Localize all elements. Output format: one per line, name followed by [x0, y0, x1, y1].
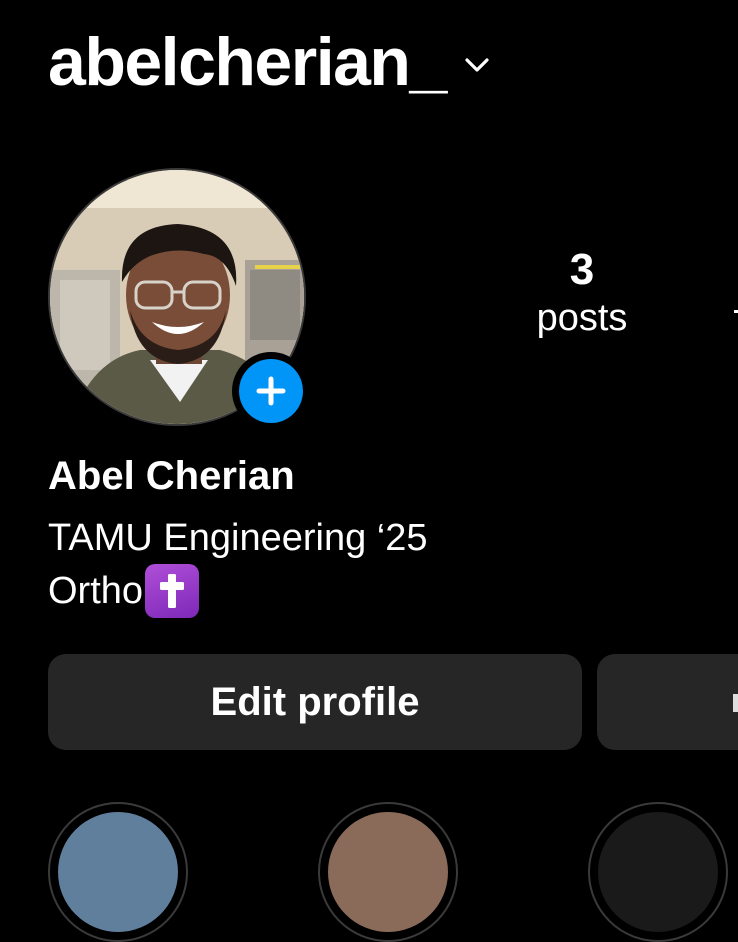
bio: TAMU Engineering ‘25 Ortho: [48, 512, 427, 618]
username-switcher[interactable]: abelcherian_: [48, 22, 494, 102]
profile-picture-container[interactable]: [48, 168, 310, 430]
highlight-item[interactable]: [48, 802, 188, 942]
bio-text-line1: TAMU Engineering ‘25: [48, 517, 428, 559]
posts-label: posts: [536, 297, 628, 339]
posts-stat[interactable]: 3 posts: [512, 244, 652, 340]
share-profile-button[interactable]: [597, 654, 738, 750]
display-name: Abel Cherian: [48, 454, 295, 498]
posts-count: 3: [569, 245, 595, 294]
add-story-button[interactable]: [232, 352, 310, 430]
bio-line: TAMU Engineering ‘25: [48, 512, 427, 564]
highlight-thumbnail: [328, 812, 448, 932]
edit-profile-button[interactable]: Edit profile: [48, 654, 582, 750]
highlight-thumbnail: [58, 812, 178, 932]
username: abelcherian_: [48, 24, 447, 100]
bio-text-line2: Ortho: [48, 570, 144, 612]
bio-line: Ortho: [48, 564, 427, 618]
highlight-item[interactable]: [588, 802, 728, 942]
followers-stat-clipped[interactable]: [732, 296, 738, 326]
share-profile-label-clipped: [733, 694, 738, 712]
edit-profile-label: Edit profile: [210, 679, 420, 724]
chevron-down-icon[interactable]: [460, 48, 494, 82]
latin-cross-emoji: [145, 564, 200, 618]
plus-icon: [239, 359, 303, 423]
highlight-thumbnail: [598, 812, 718, 932]
highlight-item[interactable]: [318, 802, 458, 942]
